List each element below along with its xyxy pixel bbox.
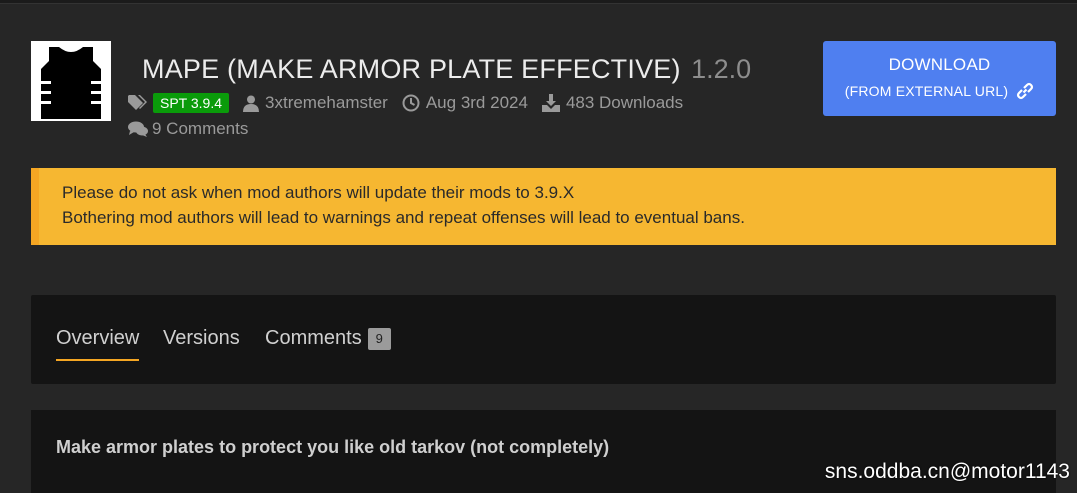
- comments-count-badge: 9: [367, 327, 391, 350]
- user-icon: [243, 95, 260, 112]
- download-button-label: DOWNLOAD: [888, 55, 991, 74]
- mod-meta: SPT 3.9.4 3xtremehamster Aug 3rd 2024 48…: [128, 91, 697, 115]
- author-name: 3xtremehamster: [265, 93, 388, 112]
- warning-banner: Please do not ask when mod authors will …: [31, 168, 1056, 245]
- comments-count-text: 9 Comments: [152, 119, 249, 138]
- vest-icon: [31, 41, 111, 121]
- publish-date: Aug 3rd 2024: [402, 93, 528, 113]
- clock-icon: [402, 94, 420, 112]
- description-headline: Make armor plates to protect you like ol…: [56, 437, 610, 457]
- author-link[interactable]: 3xtremehamster: [243, 93, 388, 113]
- tab-versions[interactable]: Versions: [163, 327, 240, 350]
- mod-title: MAPE (MAKE ARMOR PLATE EFFECTIVE): [142, 54, 681, 84]
- spt-version-badge: SPT 3.9.4: [153, 93, 230, 113]
- warning-accent-bar: [31, 168, 39, 245]
- tabs-panel: Overview Versions Comments 9: [31, 295, 1056, 384]
- watermark: sns.oddba.cn@motor1143: [824, 460, 1070, 483]
- download-count-text: 483 Downloads: [565, 93, 684, 112]
- tab-comments-label: Comments: [265, 327, 362, 349]
- mod-title-row: MAPE (MAKE ARMOR PLATE EFFECTIVE) 1.2.0: [142, 54, 751, 85]
- tab-comments[interactable]: Comments 9: [265, 327, 391, 350]
- download-icon: [541, 94, 560, 112]
- mod-header: MAPE (MAKE ARMOR PLATE EFFECTIVE) 1.2.0 …: [31, 41, 1056, 146]
- warning-line-2: Bothering mod authors will lead to warni…: [62, 208, 745, 227]
- tags-icon: [128, 95, 147, 110]
- active-tab-underline: [56, 359, 140, 361]
- comments-link[interactable]: 9 Comments: [128, 118, 248, 140]
- top-bar: [0, 0, 1077, 4]
- download-button[interactable]: DOWNLOAD (FROM EXTERNAL URL): [823, 41, 1056, 116]
- download-button-sublabel-row: (FROM EXTERNAL URL): [823, 82, 1056, 100]
- publish-date-text: Aug 3rd 2024: [425, 93, 528, 112]
- tab-versions-label: Versions: [163, 327, 240, 349]
- mod-thumbnail: [31, 41, 111, 121]
- link-icon: [1017, 82, 1034, 100]
- spt-tag[interactable]: SPT 3.9.4: [128, 93, 230, 113]
- tab-overview-label: Overview: [56, 327, 140, 349]
- comments-icon: [128, 121, 148, 137]
- download-button-sublabel: (FROM EXTERNAL URL): [844, 83, 1009, 99]
- download-count: 483 Downloads: [541, 93, 684, 113]
- mod-version: 1.2.0: [691, 54, 752, 84]
- warning-line-1: Please do not ask when mod authors will …: [62, 183, 575, 202]
- tab-overview[interactable]: Overview: [56, 327, 140, 361]
